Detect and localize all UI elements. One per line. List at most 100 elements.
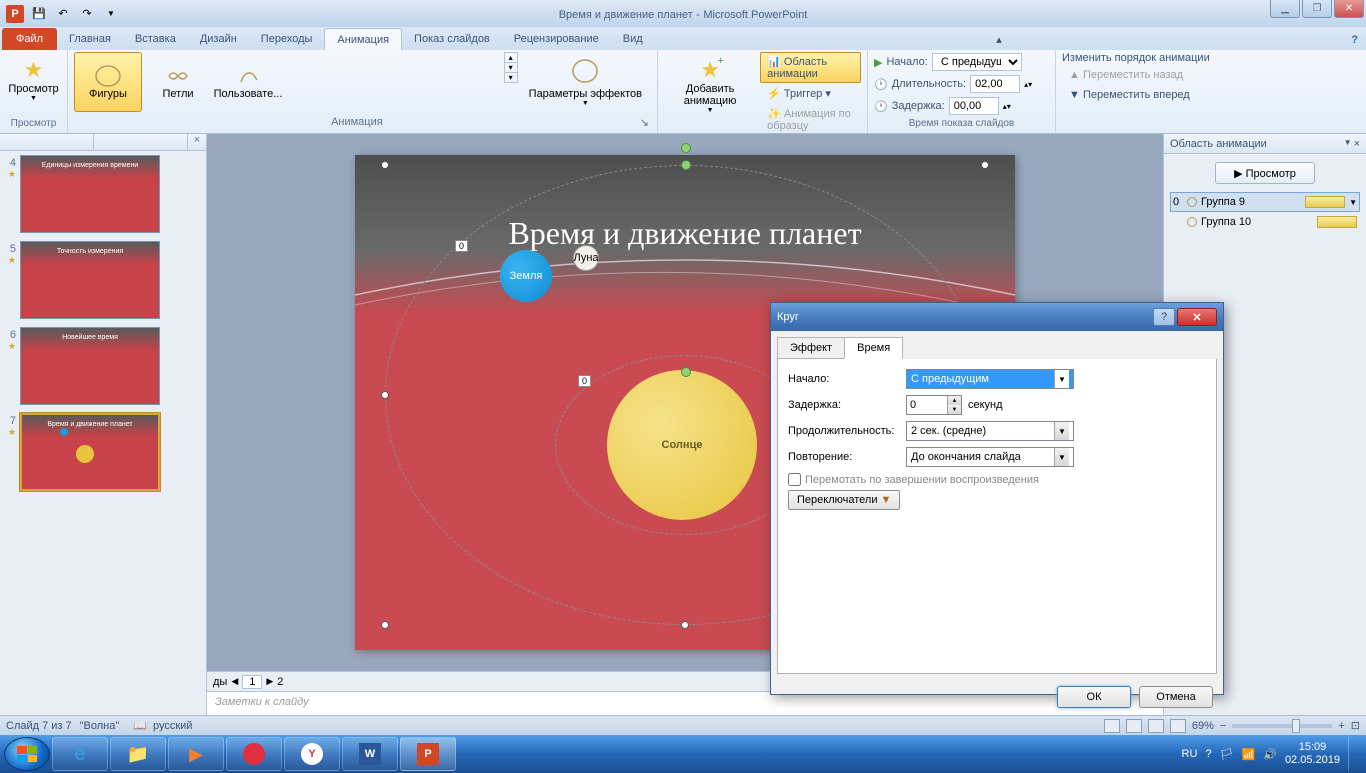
dialog-tab-effect[interactable]: Эффект [777,337,845,359]
tab-animation[interactable]: Анимация [324,28,402,50]
reading-view-icon[interactable] [1148,719,1164,733]
move-later-button[interactable]: ▼ Переместить вперед [1062,86,1220,104]
earth-shape[interactable]: Земля [500,250,552,302]
dialog-close-button[interactable]: ✕ [1177,308,1217,326]
delay-input[interactable] [949,97,999,115]
status-lang[interactable]: русский [153,720,192,732]
path-point-handle[interactable] [681,367,691,377]
dlg-triggers-button[interactable]: Переключатели ▼ [788,490,900,510]
add-animation-button[interactable]: ★+ Добавить анимацию▼ [664,52,756,119]
show-desktop-button[interactable] [1348,737,1358,771]
cancel-button[interactable]: Отмена [1139,686,1213,708]
gallery-up-icon[interactable]: ▴ [505,53,517,63]
gallery-down-icon[interactable]: ▾ [505,63,517,73]
sun-shape[interactable]: Солнце [607,370,757,520]
redo-icon[interactable]: ↷ [76,3,98,25]
tab-insert[interactable]: Вставка [123,28,188,50]
sel-handle[interactable] [681,621,689,629]
animation-list[interactable]: 0Группа 9▼Группа 10 [1164,192,1366,232]
animation-item[interactable]: Группа 10 [1170,212,1360,232]
thumbnail-slide[interactable]: 6★Новейшее время [4,327,202,405]
tab-slideshow[interactable]: Показ слайдов [402,28,502,50]
dlg-start-combo[interactable]: С предыдущим▼ [906,369,1074,389]
dialog-tab-timing[interactable]: Время [844,337,903,359]
animation-pane-button[interactable]: 📊 Область анимации [760,52,861,83]
qat-dropdown-icon[interactable]: ▼ [100,3,122,25]
tab-transitions[interactable]: Переходы [249,28,325,50]
anim-pane-dropdown-icon[interactable]: ▼ [1344,138,1352,150]
gallery-loops[interactable]: Петли [144,52,212,112]
anim-preview-button[interactable]: ▶ Просмотр [1215,162,1315,184]
dialog-help-button[interactable]: ? [1153,308,1175,326]
fit-icon[interactable]: ⊡ [1351,719,1360,732]
tab-design[interactable]: Дизайн [188,28,249,50]
thumb-close-icon[interactable]: × [188,134,206,150]
anim-pane-close-icon[interactable]: × [1354,138,1360,150]
dlg-duration-combo[interactable]: 2 сек. (средне)▼ [906,421,1074,441]
zoom-out-icon[interactable]: − [1220,720,1226,732]
file-tab[interactable]: Файл [2,28,57,50]
taskbar-word[interactable]: W [342,737,398,771]
sel-handle[interactable] [381,391,389,399]
taskbar-explorer[interactable]: 📁 [110,737,166,771]
undo-icon[interactable]: ↶ [52,3,74,25]
normal-view-icon[interactable] [1104,719,1120,733]
taskbar-wmp[interactable]: ▶ [168,737,224,771]
start-combo[interactable]: С предыдущ... [932,53,1022,71]
zoom-level[interactable]: 69% [1192,720,1214,732]
moon-shape[interactable]: Луна [573,245,599,271]
minimize-button[interactable]: ▁ [1270,0,1300,18]
thumbnail-list[interactable]: 4★Единицы измерения времени 5★Точность из… [0,151,206,711]
current-slide-input[interactable]: 1 [242,675,262,689]
ok-button[interactable]: ОК [1057,686,1131,708]
tray-flag-icon[interactable]: 🏳 [1220,748,1234,761]
trigger-button[interactable]: ⚡ Триггер ▾ [760,84,861,103]
app-icon[interactable]: P [4,3,26,25]
dlg-rewind-checkbox[interactable]: Перемотать по завершении воспроизведения [788,473,1206,486]
restore-button[interactable]: ❐ [1302,0,1332,18]
rotate-handle[interactable] [681,143,691,153]
gallery-custom[interactable]: Пользовате... [214,52,282,112]
tray-network-icon[interactable]: 📶 [1242,748,1256,761]
tray-clock[interactable]: 15:0902.05.2019 [1285,741,1340,767]
taskbar-yandex[interactable]: Y [284,737,340,771]
tab-review[interactable]: Рецензирование [502,28,611,50]
slideshow-view-icon[interactable] [1170,719,1186,733]
gallery-shapes[interactable]: Фигуры [74,52,142,112]
duration-input[interactable] [970,75,1020,93]
sel-handle[interactable] [981,161,989,169]
sorter-view-icon[interactable] [1126,719,1142,733]
dlg-repeat-combo[interactable]: До окончания слайда▼ [906,447,1074,467]
spellcheck-icon[interactable]: 📖 [133,719,147,732]
animation-gallery[interactable]: Фигуры Петли Пользовате... ▴ ▾ ▾ Парамет… [74,52,651,112]
preview-button[interactable]: ★ Просмотр▼ [6,52,61,107]
zoom-slider[interactable] [1232,724,1332,728]
save-icon[interactable]: 💾 [28,3,50,25]
close-button[interactable]: ✕ [1334,0,1364,18]
outline-tab[interactable] [94,134,188,150]
thumbnail-slide[interactable]: 7★Время и движение планет [4,413,202,491]
thumbnail-slide[interactable]: 4★Единицы измерения времени [4,155,202,233]
zoom-in-icon[interactable]: + [1338,720,1344,732]
animation-item[interactable]: 0Группа 9▼ [1170,192,1360,212]
spin-up-icon[interactable]: ▲ [947,396,961,405]
effect-options-button[interactable]: Параметры эффектов▼ [520,52,651,112]
sel-handle[interactable] [381,621,389,629]
tray-help-icon[interactable]: ? [1205,748,1211,760]
dialog-titlebar[interactable]: Круг ? ✕ [771,303,1223,331]
tab-home[interactable]: Главная [57,28,123,50]
thumbnail-slide[interactable]: 5★Точность измерения [4,241,202,319]
path-start-handle[interactable] [681,160,691,170]
tray-volume-icon[interactable]: 🔊 [1263,748,1277,761]
start-button[interactable] [4,737,50,771]
taskbar-opera[interactable] [226,737,282,771]
tray-lang[interactable]: RU [1182,748,1198,760]
sel-handle[interactable] [381,161,389,169]
gallery-more-icon[interactable]: ▾ [505,73,517,82]
taskbar-powerpoint[interactable]: P [400,737,456,771]
taskbar-ie[interactable]: e [52,737,108,771]
minimize-ribbon-icon[interactable]: ▴ [988,29,1010,50]
spin-down-icon[interactable]: ▼ [947,405,961,414]
slides-tab[interactable] [0,134,94,150]
help-icon[interactable]: ? [1343,30,1366,50]
